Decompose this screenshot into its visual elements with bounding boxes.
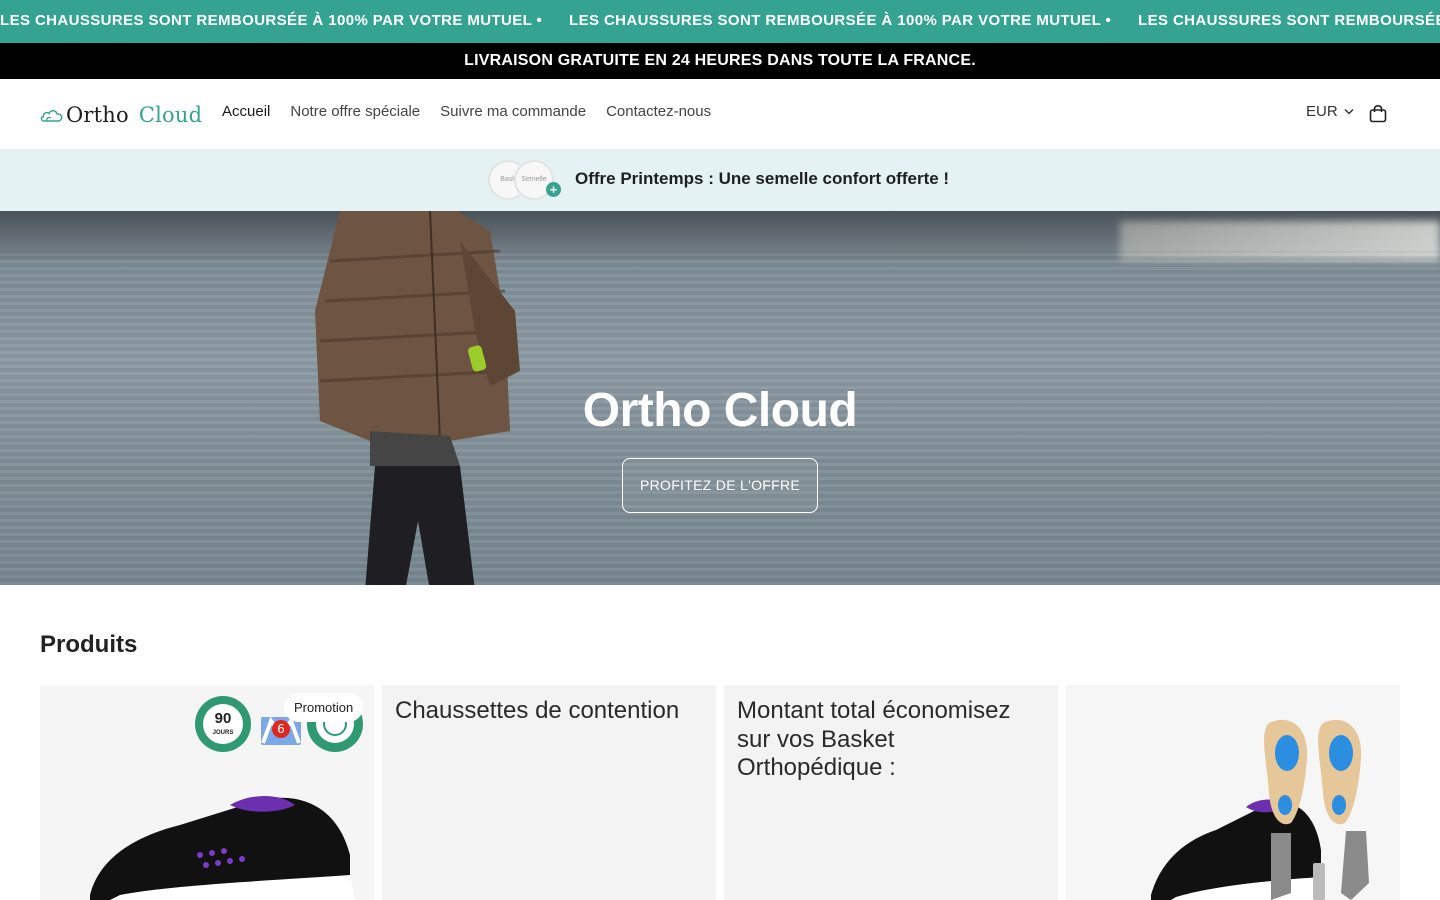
offer-text: Offre Printemps : Une semelle confort of… — [575, 169, 950, 188]
seal-number: 90 — [214, 710, 232, 727]
main-nav: Accueil Notre offre spéciale Suivre ma c… — [222, 103, 711, 120]
site-header: Ortho Cloud Accueil Notre offre spéciale… — [0, 79, 1440, 150]
product-card[interactable] — [1066, 685, 1400, 900]
product-card[interactable]: Chaussettes de contention — [382, 685, 716, 900]
chevron-down-icon — [1344, 108, 1354, 115]
shopping-bag-icon[interactable] — [1368, 104, 1388, 124]
marquee-text: LES CHAUSSURES SONT REMBOURSÉE — [1138, 12, 1440, 29]
offer-banner[interactable]: Bask Semelle + Offre Printemps : Une sem… — [0, 150, 1440, 211]
offer-thumbnails: Bask Semelle + — [488, 160, 564, 200]
cloud-icon — [40, 110, 63, 122]
insole-socks-image — [1264, 719, 1369, 900]
delivery-bar: LIVRAISON GRATUITE EN 24 HEURES DANS TOU… — [0, 43, 1440, 79]
currency-label: EUR — [1306, 103, 1338, 120]
hero-banner: Ortho Cloud PROFITEZ DE L'OFFRE — [0, 211, 1440, 585]
plus-icon: + — [546, 182, 561, 197]
nav-item-offre-speciale[interactable]: Notre offre spéciale — [290, 103, 420, 120]
seal-label: JOURS — [212, 730, 234, 736]
logo[interactable]: Ortho Cloud — [40, 101, 202, 129]
currency-selector[interactable]: EUR — [1306, 103, 1354, 120]
section-title: Produits — [40, 631, 138, 658]
product-title: Montant total économisez sur vos Basket … — [737, 697, 1011, 781]
nav-item-suivre-commande[interactable]: Suivre ma commande — [440, 103, 586, 120]
product-card[interactable]: 90 JOURS 6 Promotion — [40, 685, 374, 900]
announcement-marquee: LES CHAUSSURES SONT REMBOURSÉE À 100% PA… — [0, 0, 1440, 43]
marquee-text: LES CHAUSSURES SONT REMBOURSÉE À 100% PA… — [569, 12, 1112, 29]
nav-item-accueil[interactable]: Accueil — [222, 103, 270, 120]
hero-title: Ortho Cloud — [582, 384, 858, 437]
marquee-text: LES CHAUSSURES SONT REMBOURSÉE À 100% PA… — [0, 12, 543, 29]
product-card[interactable]: Montant total économisez sur vos Basket … — [724, 685, 1058, 900]
svg-text:6: 6 — [277, 722, 285, 736]
hero-cta-button[interactable]: PROFITEZ DE L'OFFRE — [622, 458, 818, 513]
nav-item-contact[interactable]: Contactez-nous — [606, 103, 711, 120]
product-title: Chaussettes de contention — [395, 697, 680, 724]
guarantee-seal: 90 JOURS — [195, 696, 251, 752]
logo-text: Cloud — [138, 103, 203, 127]
shoe-image — [90, 796, 355, 900]
logo-text: Ortho — [66, 103, 129, 127]
promotion-badge: Promotion — [284, 693, 364, 722]
